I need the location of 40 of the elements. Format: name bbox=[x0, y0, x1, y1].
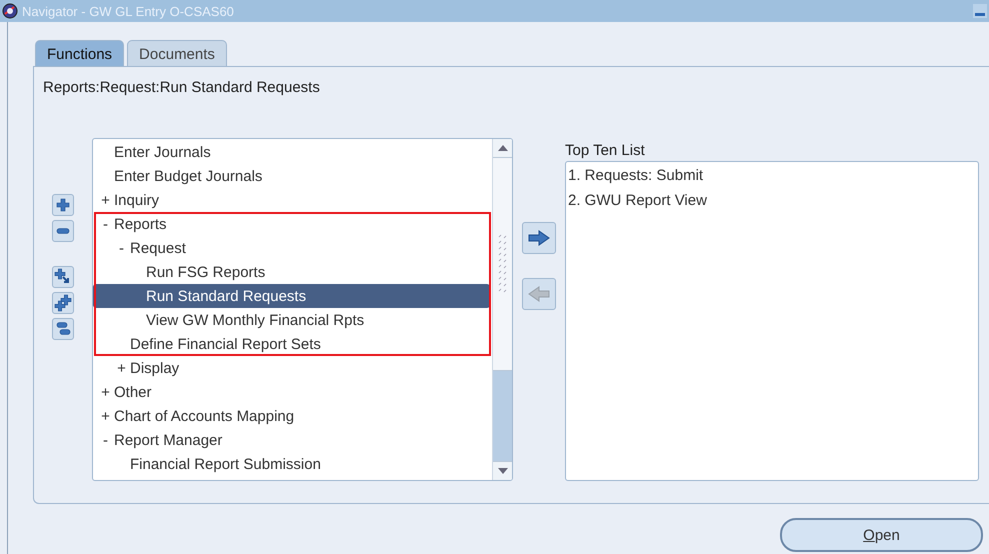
globe-icon bbox=[2, 3, 18, 19]
right-arrow-icon bbox=[528, 230, 550, 246]
tree-item[interactable]: Financial Report Submission bbox=[93, 452, 490, 476]
list-item[interactable]: 2. GWU Report View bbox=[568, 191, 976, 216]
tree-item[interactable]: Enter Budget Journals bbox=[93, 164, 490, 188]
scrollbar[interactable] bbox=[492, 139, 512, 480]
list-item[interactable]: 1. Requests: Submit bbox=[568, 166, 976, 191]
tree-item[interactable]: - Request bbox=[93, 236, 490, 260]
plus-arrow-icon bbox=[54, 268, 72, 286]
tree-item[interactable]: View GW Monthly Financial Rpts bbox=[93, 308, 490, 332]
tree-item[interactable]: Enter Journals bbox=[93, 140, 490, 164]
grip-icon bbox=[498, 234, 508, 294]
tree-tool-button[interactable] bbox=[52, 266, 74, 288]
tree-item[interactable]: Define Financial Report Sets bbox=[93, 332, 490, 356]
double-minus-icon bbox=[54, 320, 72, 338]
tree-item[interactable]: + Inquiry bbox=[93, 188, 490, 212]
tree-tool-button[interactable] bbox=[52, 292, 74, 314]
tree-item[interactable]: Run FSG Reports bbox=[93, 260, 490, 284]
tree-tool-button[interactable] bbox=[52, 318, 74, 340]
tree-item[interactable]: + Other bbox=[93, 380, 490, 404]
left-arrow-icon bbox=[528, 286, 550, 302]
tab[interactable]: Documents bbox=[127, 40, 227, 66]
tree-item[interactable]: - Report Manager bbox=[93, 428, 490, 452]
scroll-up-icon[interactable] bbox=[498, 145, 508, 151]
tree-tool-button[interactable] bbox=[52, 194, 74, 216]
open-button[interactable]: Open bbox=[780, 518, 983, 552]
double-plus-icon bbox=[54, 294, 72, 312]
transfer-button[interactable] bbox=[522, 222, 556, 254]
tree-tool-button[interactable] bbox=[52, 220, 74, 242]
tree-item[interactable]: + Chart of Accounts Mapping bbox=[93, 404, 490, 428]
list-label: Top Ten List bbox=[565, 142, 646, 159]
plus-icon bbox=[54, 196, 72, 214]
tree-item[interactable]: + Display bbox=[93, 356, 490, 380]
tree-item[interactable]: - Reports bbox=[93, 212, 490, 236]
scroll-down-icon[interactable] bbox=[498, 468, 508, 474]
window-title: Navigator - GW GL Entry O-CSAS60 bbox=[22, 4, 234, 18]
minimize-icon[interactable] bbox=[973, 4, 987, 18]
tab[interactable]: Functions bbox=[35, 40, 124, 66]
tree-item[interactable]: Run Standard Requests bbox=[93, 284, 490, 308]
breadcrumb: Reports:Request:Run Standard Requests bbox=[43, 79, 321, 96]
